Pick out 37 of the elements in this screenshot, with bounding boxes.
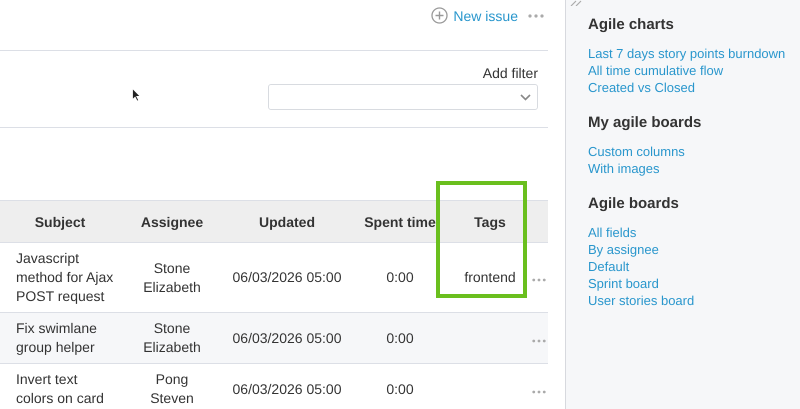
filter-select[interactable] — [268, 84, 538, 110]
section-title: My agile boards — [588, 114, 702, 131]
sidebar-link[interactable]: User stories board — [588, 292, 800, 309]
sidebar-link[interactable]: Created vs Closed — [588, 79, 800, 96]
section-title: Agile boards — [588, 195, 680, 212]
column-header[interactable]: Spent time — [350, 200, 450, 242]
resize-handle-icon[interactable] — [570, 0, 582, 6]
more-icon[interactable] — [532, 338, 546, 342]
sidebar-link[interactable]: Last 7 days story points burndown — [588, 45, 800, 62]
more-icon[interactable] — [532, 390, 546, 394]
column-header[interactable]: Updated — [224, 200, 350, 242]
mouse-pointer-icon — [132, 88, 141, 102]
filter-label: Add filter — [482, 65, 538, 81]
sidebar-link[interactable]: Custom columns — [588, 143, 800, 160]
column-header[interactable]: Subject — [0, 200, 120, 242]
more-icon[interactable] — [532, 278, 546, 282]
column-header[interactable]: Tags — [450, 200, 530, 242]
spent-time-cell: 0:00 — [350, 312, 450, 364]
sidebar-link[interactable]: All fields — [588, 224, 800, 241]
updated-cell: 06/03/2026 05:00 — [224, 312, 350, 364]
new-issue-link[interactable]: New issue — [431, 7, 518, 24]
chevron-down-icon — [520, 94, 531, 100]
sidebar-link[interactable]: By assignee — [588, 241, 800, 258]
assignee-cell: Stone Elizabeth — [120, 312, 224, 364]
subject-cell: Invert text colors on card — [0, 364, 120, 409]
section-title: Agile charts — [588, 16, 675, 33]
more-icon[interactable] — [528, 14, 544, 18]
sidebar-link[interactable]: Default — [588, 258, 800, 275]
sidebar-link[interactable]: With images — [588, 160, 800, 177]
subject-cell: Fix swimlane group helper — [0, 312, 120, 364]
sidebar-link[interactable]: Sprint board — [588, 275, 800, 292]
sidebar-link[interactable]: All time cumulative flow — [588, 62, 800, 79]
column-header[interactable]: Assignee — [120, 200, 224, 242]
updated-cell: 06/03/2026 05:00 — [224, 364, 350, 409]
assignee-cell: Pong Steven — [120, 364, 224, 409]
spent-time-cell: 0:00 — [350, 364, 450, 409]
plus-circle-icon — [431, 7, 448, 24]
